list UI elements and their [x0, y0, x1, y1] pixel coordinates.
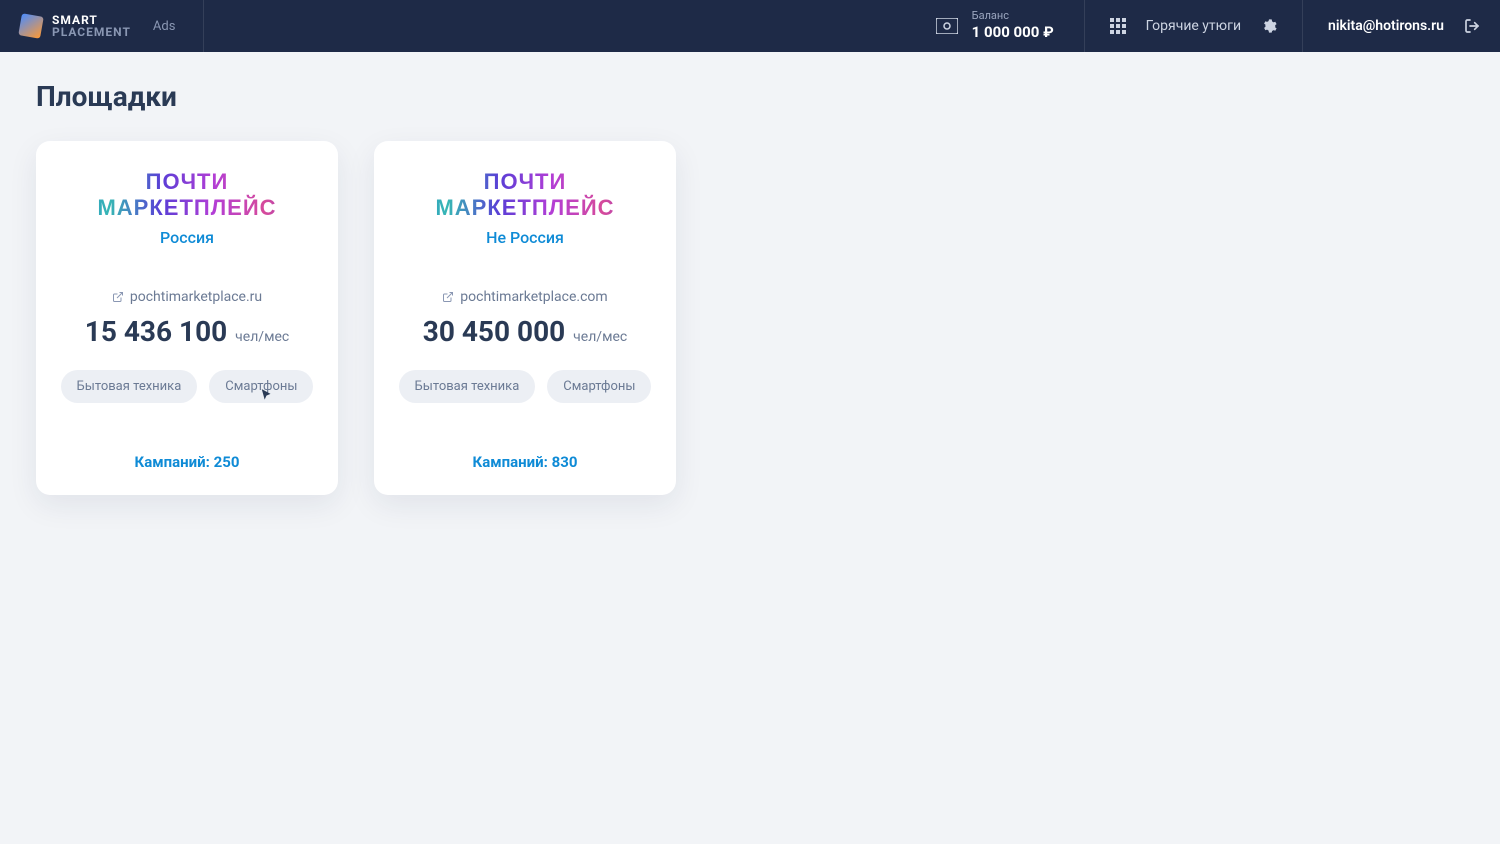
card-brand: ПОЧТИ МАРКЕТПЛЕЙС — [58, 169, 316, 222]
card-tags: Бытовая техника Смартфоны — [396, 370, 654, 403]
logo-suffix: Ads — [153, 19, 176, 34]
hot-irons-link[interactable]: Горячие утюги — [1146, 18, 1241, 34]
card-tags: Бытовая техника Смартфоны — [58, 370, 316, 403]
card-metric: 30 450 000 чел/мес — [396, 315, 654, 348]
logo-cube-icon — [18, 13, 43, 38]
card-region: Не Россия — [396, 228, 654, 247]
card-domain-text: pochtimarketplace.com — [460, 289, 607, 305]
placement-card[interactable]: ПОЧТИ МАРКЕТПЛЕЙС Россия pochtimarketpla… — [36, 141, 338, 495]
brand-line1: ПОЧТИ — [58, 169, 316, 195]
card-domain-row[interactable]: pochtimarketplace.ru — [58, 289, 316, 305]
tag-chip[interactable]: Смартфоны — [209, 370, 313, 403]
brand-line2: МАРКЕТПЛЕЙС — [58, 195, 316, 221]
card-domain-text: pochtimarketplace.ru — [130, 289, 262, 305]
metric-value: 15 436 100 — [85, 315, 227, 348]
cards-container: ПОЧТИ МАРКЕТПЛЕЙС Россия pochtimarketpla… — [36, 141, 1464, 495]
app-header: SMART PLACEMENT Ads Баланс 1 000 000 ₽ Г… — [0, 0, 1500, 52]
brand-line2: МАРКЕТПЛЕЙС — [396, 195, 654, 221]
money-icon — [936, 18, 958, 34]
balance-value: 1 000 000 ₽ — [972, 23, 1054, 43]
card-metric: 15 436 100 чел/мес — [58, 315, 316, 348]
page-title: Площадки — [36, 80, 1464, 113]
logo-line2: PLACEMENT — [52, 26, 131, 38]
external-link-icon — [442, 291, 454, 303]
placement-card[interactable]: ПОЧТИ МАРКЕТПЛЕЙС Не Россия pochtimarket… — [374, 141, 676, 495]
campaigns-link[interactable]: Кампаний: 830 — [396, 453, 654, 471]
balance-label: Баланс — [972, 9, 1054, 23]
metric-unit: чел/мес — [235, 329, 289, 345]
metric-unit: чел/мес — [573, 329, 627, 345]
header-section-irons: Горячие утюги — [1085, 0, 1303, 52]
card-brand: ПОЧТИ МАРКЕТПЛЕЙС — [396, 169, 654, 222]
tag-chip[interactable]: Бытовая техника — [399, 370, 536, 403]
campaigns-link[interactable]: Кампаний: 250 — [58, 453, 316, 471]
card-region: Россия — [58, 228, 316, 247]
logo-text: SMART PLACEMENT — [52, 14, 131, 38]
logout-icon[interactable] — [1464, 18, 1480, 34]
gear-icon[interactable] — [1261, 18, 1277, 34]
brand-line1: ПОЧТИ — [396, 169, 654, 195]
tag-chip[interactable]: Бытовая техника — [61, 370, 198, 403]
apps-grid-icon[interactable] — [1110, 18, 1126, 34]
external-link-icon — [112, 291, 124, 303]
header-section-user: nikita@hotirons.ru — [1303, 0, 1480, 52]
page-content: Площадки ПОЧТИ МАРКЕТПЛЕЙС Россия pochti… — [0, 52, 1500, 523]
user-email[interactable]: nikita@hotirons.ru — [1328, 18, 1444, 34]
metric-value: 30 450 000 — [423, 315, 565, 348]
card-domain-row[interactable]: pochtimarketplace.com — [396, 289, 654, 305]
logo-area[interactable]: SMART PLACEMENT Ads — [20, 0, 204, 52]
balance-area[interactable]: Баланс 1 000 000 ₽ — [936, 0, 1085, 52]
tag-chip[interactable]: Смартфоны — [547, 370, 651, 403]
